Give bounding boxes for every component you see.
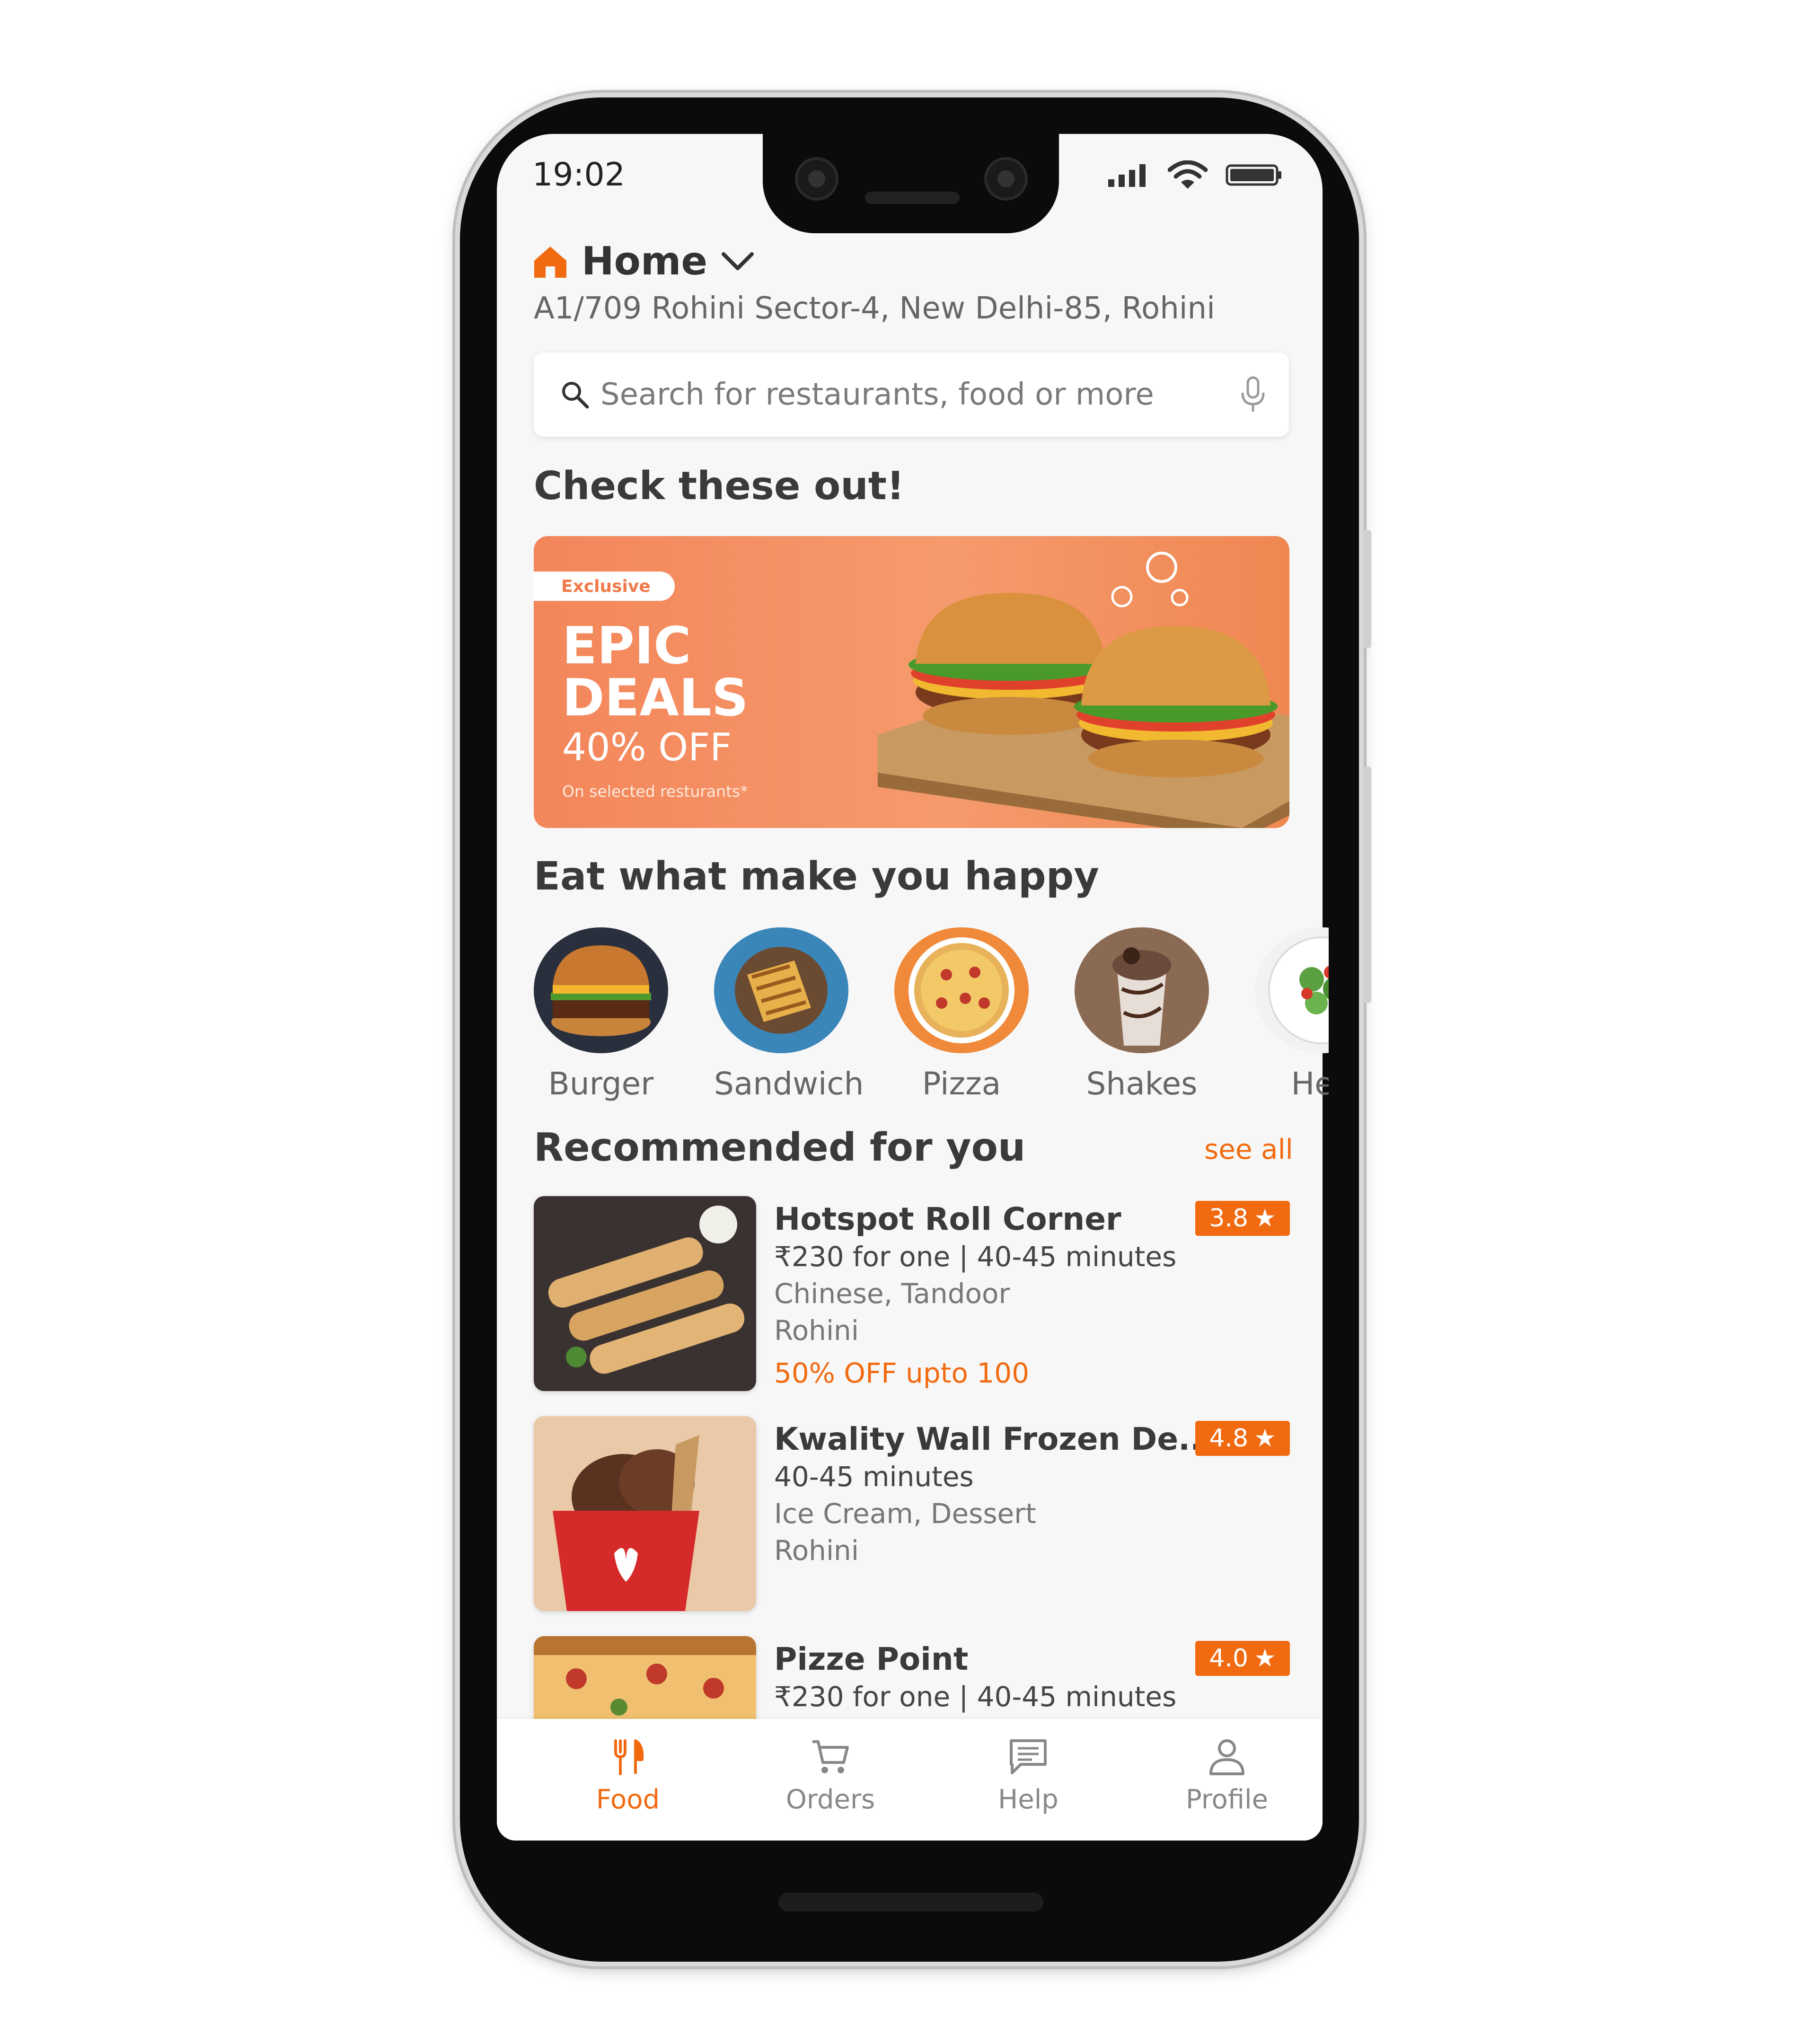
nav-label: Food [596, 1784, 660, 1815]
see-all-link[interactable]: see all [1204, 1133, 1293, 1165]
microphone-icon[interactable] [1240, 376, 1266, 414]
category-shakes[interactable]: Shakes [1075, 927, 1209, 1102]
wifi-icon [1168, 160, 1208, 189]
nav-profile[interactable]: Profile [1165, 1738, 1288, 1815]
price-time: ₹230 for one | 40-45 minutes [774, 1681, 1177, 1713]
volume-button [1363, 766, 1371, 1003]
cart-icon [812, 1740, 849, 1773]
category-label: Hea [1291, 1066, 1329, 1102]
promo-section-title: Check these out! [534, 464, 905, 509]
promo-note: On selected resturants* [562, 782, 748, 801]
salad-image [1255, 927, 1329, 1053]
nav-food[interactable]: Food [566, 1738, 689, 1815]
restaurant-card[interactable]: Hotspot Roll Corner 3.8 ★ ₹230 for one |… [534, 1196, 1290, 1391]
rating-badge: 4.0 ★ [1195, 1641, 1290, 1676]
star-icon: ★ [1254, 1204, 1276, 1233]
rolls-image [534, 1196, 756, 1391]
power-button [1363, 530, 1371, 648]
price-time: ₹230 for one | 40-45 minutes [774, 1241, 1177, 1273]
restaurant-name: Hotspot Roll Corner [774, 1201, 1121, 1237]
search-input[interactable]: Search for restaurants, food or more [600, 377, 1240, 412]
burger-image [534, 927, 668, 1053]
location-label: Home [582, 239, 708, 284]
nav-label: Orders [785, 1784, 875, 1815]
category-label: Shakes [1086, 1066, 1198, 1102]
shake-image [1075, 927, 1209, 1053]
promo-offer: 40% OFF [562, 725, 732, 769]
search-icon [562, 382, 589, 409]
promo-banner[interactable]: Exclusive EPIC DEALS 40% OFF On selected… [534, 536, 1289, 828]
restaurant-name: Kwality Wall Frozen De.. [774, 1421, 1202, 1457]
earpiece [865, 192, 960, 204]
pizza-image [894, 927, 1029, 1053]
burgers-image [878, 552, 1289, 828]
offer-text: 50% OFF upto 100 [774, 1357, 1030, 1389]
category-healthy[interactable]: Hea [1255, 927, 1329, 1102]
area: Rohini [774, 1534, 859, 1567]
nav-label: Help [998, 1784, 1058, 1815]
chevron-down-icon[interactable] [721, 250, 755, 273]
restaurant-name: Pizze Point [774, 1641, 969, 1677]
nav-help[interactable]: Help [967, 1738, 1090, 1815]
category-label: Burger [548, 1066, 654, 1102]
signal-icon [1108, 164, 1146, 187]
rating-value: 4.0 [1209, 1644, 1249, 1673]
rating-badge: 4.8 ★ [1195, 1421, 1290, 1456]
ice-cream-image [534, 1416, 756, 1611]
status-time: 19:02 [532, 156, 625, 194]
front-camera-right [984, 157, 1028, 201]
search-bar[interactable]: Search for restaurants, food or more [534, 352, 1289, 437]
cuisine: Chinese, Tandoor [774, 1278, 1010, 1310]
rating-badge: 3.8 ★ [1195, 1201, 1290, 1236]
home-icon [534, 246, 566, 278]
nav-label: Profile [1185, 1784, 1269, 1815]
rating-value: 4.8 [1209, 1424, 1249, 1453]
recommended-section-title: Recommended for you [534, 1125, 1026, 1170]
status-icons [1107, 159, 1282, 192]
rating-value: 3.8 [1209, 1204, 1249, 1233]
star-icon: ★ [1254, 1424, 1276, 1453]
location-address: A1/709 Rohini Sector-4, New Delhi-85, Ro… [534, 291, 1215, 326]
location-selector[interactable]: Home [532, 239, 755, 284]
star-icon: ★ [1254, 1644, 1276, 1673]
fork-knife-icon [614, 1739, 644, 1775]
promo-headline: EPIC DEALS [562, 617, 749, 728]
nav-orders[interactable]: Orders [769, 1738, 892, 1815]
categories-section-title: Eat what make you happy [534, 854, 1099, 899]
bottom-navigation: Food Orders Help Profile [497, 1719, 1323, 1841]
battery-icon [1226, 164, 1281, 186]
sandwich-image [714, 927, 848, 1053]
category-label: Pizza [922, 1066, 1001, 1102]
chat-icon [1010, 1739, 1047, 1774]
cuisine: Ice Cream, Dessert [774, 1498, 1036, 1530]
restaurant-card[interactable]: Kwality Wall Frozen De.. 4.8 ★ 40-45 min… [534, 1416, 1290, 1611]
category-pizza[interactable]: Pizza [894, 927, 1029, 1102]
category-burger[interactable]: Burger [534, 927, 668, 1102]
category-carousel[interactable]: Burger Sandwich Pizza Shakes He [534, 927, 1329, 1107]
exclusive-badge: Exclusive [534, 572, 675, 601]
price-time: 40-45 minutes [774, 1461, 974, 1493]
user-icon [1209, 1739, 1244, 1775]
category-label: Sandwich [714, 1066, 864, 1102]
area: Rohini [774, 1314, 859, 1347]
front-camera-left [795, 157, 838, 201]
category-sandwich[interactable]: Sandwich [714, 927, 864, 1102]
home-indicator [778, 1893, 1043, 1912]
